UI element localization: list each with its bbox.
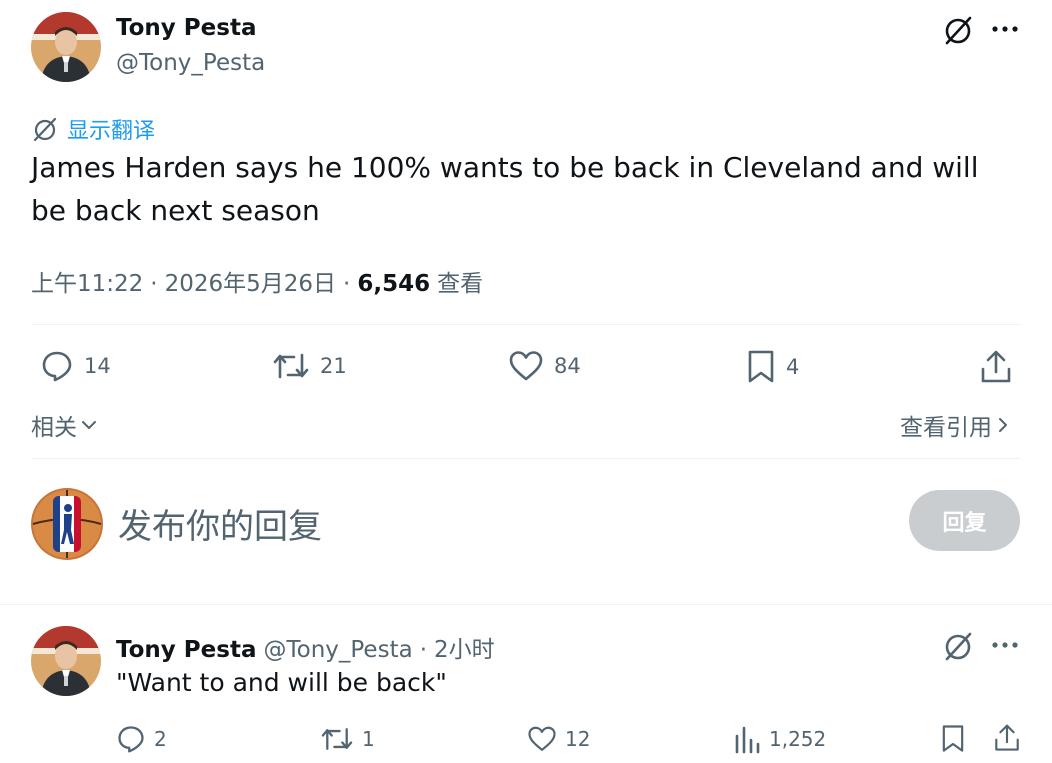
reply-author-avatar[interactable] [31,626,101,696]
view-quotes-label: 查看引用 [900,415,992,441]
reply-author-name[interactable]: Tony Pesta [116,637,256,663]
views-label: 查看 [437,271,484,297]
bookmark-count: 4 [786,355,800,379]
related-label: 相关 [31,415,77,441]
reply-reply-count: 2 [154,727,167,751]
reply-icon [116,724,146,754]
reply-time[interactable]: 2小时 [434,630,495,664]
like-count: 84 [554,354,581,378]
reply-button[interactable]: 14 [40,349,111,383]
like-icon [508,349,544,383]
author-avatar[interactable] [31,12,101,82]
divider [31,324,1021,325]
submit-reply-button[interactable]: 回复 [909,490,1020,551]
divider [0,604,1052,605]
retweet-icon [272,349,310,383]
translate-icon [31,115,59,143]
view-quotes-link[interactable]: 查看引用 [900,408,1012,442]
translate-link[interactable]: 显示翻译 [31,113,155,145]
separator: · [343,271,351,297]
retweet-icon [320,724,354,754]
reply-retweet-count: 1 [362,727,375,751]
separator: · [150,271,158,297]
reply-reply-button[interactable]: 2 [116,724,167,754]
bookmark-icon [746,349,776,385]
reply-input[interactable]: 发布你的回复 [118,499,818,548]
retweet-button[interactable]: 21 [272,349,347,383]
author-handle[interactable]: @Tony_Pesta [116,50,265,76]
share-icon[interactable] [979,349,1013,385]
author-name[interactable]: Tony Pesta [116,15,256,41]
more-icon[interactable] [990,640,1020,650]
reply-header: Tony Pesta @Tony_Pesta · 2小时 [116,630,495,664]
retweet-count: 21 [320,354,347,378]
tweet-text: James Harden says he 100% wants to be ba… [31,151,979,227]
reply-like-button[interactable]: 12 [527,724,590,754]
more-icon[interactable] [990,24,1020,34]
chevron-right-icon [994,415,1012,435]
reply-author-handle[interactable]: @Tony_Pesta [263,637,412,663]
reply-count: 14 [84,354,111,378]
bookmark-button[interactable]: 4 [746,349,799,385]
share-icon[interactable] [993,723,1021,753]
tweet-date[interactable]: 2026年5月26日 [165,264,336,298]
views-count: 6,546 [357,271,431,297]
translate-label: 显示翻译 [67,119,156,144]
reply-like-count: 12 [565,727,591,751]
reply-icon [40,349,74,383]
reply-views-button[interactable]: 1,252 [733,724,826,754]
chevron-down-icon [79,415,99,435]
tweet-meta: 上午11:22 · 2026年5月26日 · 6,546 查看 [31,264,483,298]
reply-views-count: 1,252 [769,727,827,751]
current-user-avatar[interactable] [31,488,103,560]
divider [31,458,1021,459]
like-button[interactable]: 84 [508,349,581,383]
grok-icon[interactable] [942,630,974,662]
views-icon [733,724,761,754]
like-icon [527,724,557,754]
related-toggle[interactable]: 相关 [31,408,99,442]
reply-text: "Want to and will be back" [116,668,447,697]
reply-retweet-button[interactable]: 1 [320,724,375,754]
separator: · [419,637,427,663]
tweet-time[interactable]: 上午11:22 [31,264,143,298]
grok-icon[interactable] [942,14,974,46]
bookmark-icon[interactable] [940,724,966,754]
